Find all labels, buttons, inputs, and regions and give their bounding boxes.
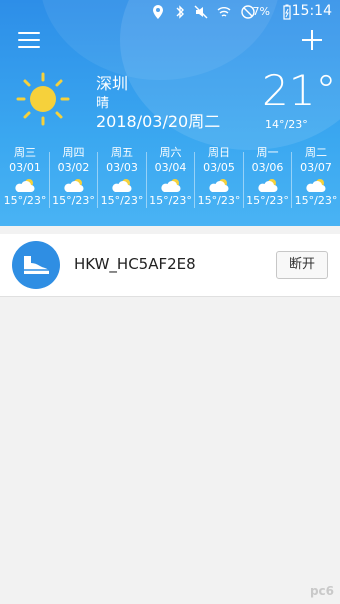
divider: [242, 152, 244, 208]
forecast-temp-range: 15°/23°: [197, 194, 241, 207]
forecast-weekday: 周日: [208, 146, 230, 159]
forecast-weekday: 周三: [14, 146, 36, 159]
divider: [145, 152, 147, 208]
status-bar: 7% 15:14: [0, 0, 340, 24]
sunny-icon: [16, 72, 70, 126]
today-temp-range: 14°/23°: [265, 118, 308, 131]
divider: [194, 152, 195, 208]
bluetooth-icon: [176, 5, 184, 19]
forecast-date: 03/05: [203, 161, 235, 174]
avatar: [12, 241, 60, 289]
forecast-date: 03/07: [300, 161, 332, 174]
forecast-temp-range: 15°/23°: [149, 194, 192, 207]
partly-cloudy-icon: [63, 179, 83, 192]
watermark: pc6: [309, 584, 334, 598]
forecast-temp-range: 15°/23°: [100, 194, 144, 207]
forecast-weekday: 周二: [305, 146, 327, 159]
clock: 15:14: [291, 3, 332, 19]
forecast-date: 03/04: [154, 161, 187, 174]
city-name: 深圳: [96, 74, 129, 93]
forecast-weekday: 周六: [159, 146, 182, 159]
divider: [97, 152, 98, 208]
forecast-day: 周日 03/05 15°/23°: [194, 146, 243, 212]
partly-cloudy-icon: [306, 179, 326, 192]
partly-cloudy-icon: [112, 179, 132, 192]
menu-icon[interactable]: [18, 32, 40, 50]
forecast-day: 周六 03/04 15°/23°: [145, 146, 195, 212]
forecast-temp-range: 15°/23°: [246, 194, 289, 207]
partly-cloudy-icon: [209, 179, 229, 192]
forecast-temp-range: 15°/23°: [52, 194, 95, 207]
partly-cloudy-icon: [257, 179, 277, 192]
forecast-weekday: 周四: [62, 146, 85, 159]
forecast-date: 03/01: [9, 161, 41, 174]
divider: [48, 152, 50, 208]
device-row[interactable]: HKW_HC5AF2E8 断开: [0, 234, 340, 297]
forecast-date: 03/06: [251, 161, 284, 174]
forecast-day: 周三 03/01 15°/23°: [1, 146, 49, 212]
battery-icon: [283, 4, 291, 20]
forecast-temp-range: 15°/23°: [3, 194, 47, 207]
forecast-day: 周五 03/03 15°/23°: [97, 146, 146, 212]
partly-cloudy-icon: [160, 179, 180, 192]
forecast-date: 03/03: [106, 161, 138, 174]
disconnect-button[interactable]: 断开: [276, 251, 328, 279]
current-date: 2018/03/20周二: [96, 112, 221, 131]
battery-percent: 7%: [252, 5, 270, 18]
forecast-day: 周二 03/07 15°/23°: [291, 146, 340, 212]
current-temperature: 21°: [262, 66, 337, 115]
forecast-weekday: 周五: [111, 146, 133, 159]
forecast-day: 周一 03/06 15°/23°: [242, 146, 292, 212]
add-icon[interactable]: [302, 30, 322, 50]
forecast-strip: 周三 03/01 15°/23° 周四 03/02 15°/23° 周五 03/03 15°/2…: [0, 146, 340, 212]
wifi-icon: [217, 7, 231, 17]
shoe-icon: [24, 256, 49, 274]
location-icon: [153, 5, 163, 19]
divider: [291, 152, 292, 208]
forecast-date: 03/02: [57, 161, 90, 174]
forecast-day: 周四 03/02 15°/23°: [48, 146, 98, 212]
weather-header: 7% 15:14 深圳 晴 2018/03/20周二 21° 14°/23° 周…: [0, 0, 340, 226]
forecast-weekday: 周一: [256, 146, 279, 159]
partly-cloudy-icon: [15, 179, 35, 192]
mute-icon: [194, 5, 208, 19]
device-name: HKW_HC5AF2E8: [74, 255, 196, 273]
forecast-temp-range: 15°/23°: [294, 194, 338, 207]
